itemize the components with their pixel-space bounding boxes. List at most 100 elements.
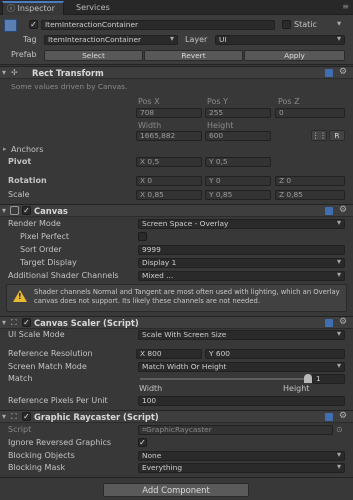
pos-z-field[interactable]: 0 — [275, 108, 345, 118]
graphic-raycaster-header[interactable]: ▾ ⛶ ✓ Graphic Raycaster (Script) ⚙ — [0, 410, 353, 423]
raw-edit-button[interactable]: R — [329, 130, 345, 141]
gameobject-name-field[interactable]: ItemInteractionContainer — [41, 20, 275, 30]
pos-y-field[interactable]: 255 — [205, 108, 271, 118]
pivot-label: Pivot — [8, 157, 32, 166]
ui-scale-mode-label: UI Scale Mode — [8, 330, 65, 339]
screen-match-mode-dropdown[interactable]: Match Width Or Height — [138, 362, 345, 372]
pivot-x-field[interactable]: X 0,5 — [136, 157, 202, 167]
tab-inspector[interactable]: ⓘ Inspector — [2, 1, 64, 15]
pos-z-label: Pos Z — [278, 97, 300, 106]
warning-box: ! Shader channels Normal and Tangent are… — [6, 284, 347, 312]
gear-icon[interactable]: ⚙ — [339, 318, 347, 327]
reference-pixels-per-unit-field[interactable]: 100 — [138, 396, 345, 406]
ignore-reversed-graphics-checkbox[interactable]: ✓ — [138, 438, 147, 447]
blocking-objects-dropdown[interactable]: None — [138, 451, 345, 461]
prefab-apply-button[interactable]: Apply — [244, 50, 345, 61]
canvas-header[interactable]: ▾ ✓ Canvas ⚙ — [0, 204, 353, 217]
scale-y-field[interactable]: Y 0,85 — [205, 190, 271, 200]
pixel-perfect-checkbox[interactable] — [138, 232, 147, 241]
canvas-scaler-header[interactable]: ▾ ⛶ ✓ Canvas Scaler (Script) ⚙ — [0, 316, 353, 329]
canvas-enabled-checkbox[interactable]: ✓ — [22, 206, 31, 215]
driven-note: Some values driven by Canvas. — [11, 82, 128, 91]
height-label: Height — [207, 121, 234, 130]
static-checkbox[interactable] — [282, 20, 291, 29]
canvas-title: Canvas — [34, 206, 68, 216]
tag-dropdown[interactable]: ItemInteractionContainer — [44, 35, 178, 45]
foldout-arrow-icon[interactable]: ▾ — [2, 206, 6, 215]
foldout-arrow-icon[interactable]: ▾ — [2, 412, 6, 421]
match-value-field[interactable]: 1 — [312, 374, 345, 384]
canvas-scaler-title: Canvas Scaler (Script) — [34, 318, 139, 328]
pixel-perfect-label: Pixel Perfect — [20, 232, 70, 241]
height-field[interactable]: 600 — [205, 131, 271, 141]
anchors-foldout-icon[interactable]: ▸ — [3, 145, 7, 153]
ui-scale-mode-dropdown[interactable]: Scale With Screen Size — [138, 330, 345, 340]
add-component-button[interactable]: Add Component — [103, 483, 249, 497]
screen-match-mode-label: Screen Match Mode — [8, 362, 87, 371]
raycaster-icon: ⛶ — [11, 412, 17, 421]
object-picker-icon[interactable]: ⊙ — [336, 425, 343, 434]
sort-order-field[interactable]: 9999 — [138, 245, 345, 255]
blueprint-mode-button[interactable]: ⋮⋮ — [311, 130, 327, 141]
sort-order-label: Sort Order — [20, 245, 62, 254]
gear-icon[interactable]: ⚙ — [339, 68, 347, 77]
shader-channels-label: Additional Shader Channels — [8, 271, 119, 280]
gear-icon[interactable]: ⚙ — [339, 412, 347, 421]
pivot-y-field[interactable]: Y 0,5 — [205, 157, 271, 167]
help-icon[interactable] — [325, 319, 333, 327]
rect-transform-header[interactable]: ▾ ✢ Rect Transform ⚙ — [0, 66, 353, 79]
anchors-label[interactable]: Anchors — [11, 145, 43, 154]
tab-services[interactable]: Services — [72, 2, 122, 15]
render-mode-dropdown[interactable]: Screen Space - Overlay — [138, 219, 345, 229]
script-field: ⌗GraphicRaycaster — [138, 425, 333, 435]
rotation-x-field[interactable]: X 0 — [136, 176, 202, 186]
blocking-mask-dropdown[interactable]: Everything — [138, 463, 345, 473]
help-icon[interactable] — [325, 207, 333, 215]
help-icon[interactable] — [325, 413, 333, 421]
blocking-objects-label: Blocking Objects — [8, 451, 75, 460]
layer-dropdown[interactable]: UI — [215, 35, 345, 45]
pos-x-field[interactable]: 708 — [136, 108, 202, 118]
scale-z-field[interactable]: Z 0,85 — [275, 190, 345, 200]
match-slider-thumb[interactable] — [304, 374, 312, 383]
scale-x-field[interactable]: X 0,85 — [136, 190, 202, 200]
rotation-z-field[interactable]: Z 0 — [275, 176, 345, 186]
divider — [0, 477, 353, 478]
help-icon[interactable] — [325, 69, 333, 77]
prefab-label: Prefab — [11, 50, 37, 59]
canvas-scaler-enabled-checkbox[interactable]: ✓ — [22, 318, 31, 327]
foldout-arrow-icon[interactable]: ▾ — [2, 318, 6, 327]
blocking-mask-label: Blocking Mask — [8, 463, 66, 472]
anchor-preset-box[interactable] — [4, 93, 129, 145]
match-slider-track[interactable] — [140, 378, 308, 380]
render-mode-label: Render Mode — [8, 219, 61, 228]
prefab-revert-button[interactable]: Revert — [144, 50, 243, 61]
rect-transform-title: Rect Transform — [32, 68, 104, 78]
menu-icon[interactable]: ≡ — [342, 2, 349, 11]
static-dropdown-icon[interactable]: ▾ — [337, 18, 341, 28]
scale-label: Scale — [8, 190, 30, 199]
reference-resolution-x-field[interactable]: X 800 — [136, 349, 202, 359]
width-field[interactable]: 1665,882 — [136, 131, 202, 141]
info-icon: ⓘ — [7, 4, 18, 13]
cube-icon — [4, 19, 17, 32]
target-display-label: Target Display — [20, 258, 77, 267]
shader-channels-dropdown[interactable]: Mixed ... — [138, 271, 345, 281]
rotation-y-field[interactable]: Y 0 — [205, 176, 271, 186]
canvas-component-icon — [10, 206, 19, 215]
ignore-reversed-graphics-label: Ignore Reversed Graphics — [8, 438, 112, 447]
active-checkbox[interactable]: ✓ — [29, 20, 38, 29]
match-height-caption: Height — [283, 384, 310, 393]
gear-icon[interactable]: ⚙ — [339, 206, 347, 215]
rotation-label: Rotation — [8, 176, 47, 185]
graphic-raycaster-title: Graphic Raycaster (Script) — [34, 412, 159, 422]
rect-transform-icon: ✢ — [11, 68, 18, 77]
gameobject-header: ✓ ItemInteractionContainer Static ▾ Tag … — [0, 15, 353, 65]
foldout-arrow-icon[interactable]: ▾ — [2, 68, 6, 77]
prefab-select-button[interactable]: Select — [44, 50, 143, 61]
warning-text: Shader channels Normal and Tangent are m… — [34, 288, 340, 305]
pos-x-label: Pos X — [138, 97, 160, 106]
reference-resolution-y-field[interactable]: Y 600 — [205, 349, 345, 359]
raycaster-enabled-checkbox[interactable]: ✓ — [22, 412, 31, 421]
target-display-dropdown[interactable]: Display 1 — [138, 258, 345, 268]
